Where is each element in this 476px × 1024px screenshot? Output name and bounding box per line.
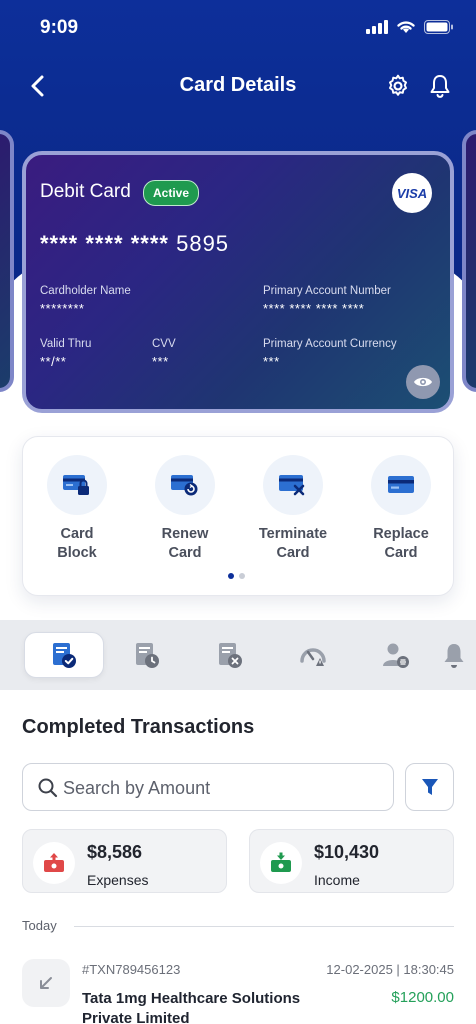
top-nav: Card Details: [0, 64, 476, 108]
section-title: Completed Transactions: [22, 716, 255, 738]
tab-failed[interactable]: [190, 632, 270, 678]
filter-button[interactable]: [405, 763, 454, 811]
cardholder-value: ********: [40, 301, 85, 316]
card-number-last4: 5895: [176, 231, 230, 256]
page-dot[interactable]: [239, 573, 245, 579]
income-card[interactable]: $10,430 Income: [249, 829, 454, 893]
cvv-label: CVV: [152, 338, 176, 350]
reveal-details-button[interactable]: [406, 365, 440, 399]
terminate-card-action[interactable]: Terminate Card: [239, 455, 347, 563]
search-icon: [38, 778, 58, 798]
alerts-bell-icon: [444, 644, 464, 668]
limits-gauge-icon: [300, 648, 326, 666]
filter-icon: [421, 779, 438, 795]
card-number-masked: **** **** ****: [40, 231, 169, 256]
status-icons: [366, 19, 454, 34]
income-amount: $10,430: [314, 842, 380, 862]
replace-card-action[interactable]: Replace Card: [347, 455, 455, 563]
status-time: 9:09: [40, 17, 79, 38]
search-input[interactable]: [63, 774, 383, 802]
debit-card[interactable]: Debit Card Active VISA **** **** **** 58…: [22, 151, 454, 413]
wifi-icon: [397, 21, 415, 33]
card-number: **** **** **** 5895: [40, 231, 229, 257]
expense-icon: [33, 842, 75, 884]
transaction-amount: $1200.00: [391, 989, 454, 1006]
transaction-icon: [22, 959, 70, 1007]
next-card-peek[interactable]: [462, 130, 476, 392]
card-lock-icon: [47, 455, 107, 515]
tab-alerts[interactable]: [440, 632, 476, 678]
transaction-tabs: [0, 620, 476, 690]
action-label: Terminate Card: [258, 526, 328, 561]
signal-icon: [366, 19, 388, 34]
failed-transactions-icon: [219, 643, 242, 668]
tab-completed[interactable]: [24, 632, 104, 678]
card-type: Debit Card: [40, 181, 131, 202]
renew-card-action[interactable]: Renew Card: [131, 455, 239, 563]
status-bar: 9:09: [0, 0, 476, 56]
date-group-label: Today: [22, 918, 57, 933]
cardholder-label: Cardholder Name: [40, 285, 131, 297]
transaction-merchant[interactable]: Tata 1mg Healthcare Solutions Private Li…: [82, 989, 322, 1024]
valid-thru-value: **/**: [40, 354, 67, 369]
currency-value: ***: [263, 354, 280, 369]
pan-label: Primary Account Number: [263, 285, 391, 297]
divider: [74, 926, 454, 927]
tab-limits[interactable]: [273, 632, 353, 678]
settings-button[interactable]: [382, 70, 414, 102]
linked-user-icon: [383, 643, 409, 668]
card-replace-icon: [371, 455, 431, 515]
cvv-value: ***: [152, 354, 169, 369]
pending-transactions-icon: [136, 643, 159, 668]
pagination-dots: [228, 573, 245, 579]
page-dot-active[interactable]: [228, 573, 234, 579]
transaction-date: 12-02-2025 | 18:30:45: [326, 962, 454, 977]
card-renew-icon: [155, 455, 215, 515]
income-label: Income: [314, 872, 360, 888]
tab-linked-users[interactable]: [356, 632, 436, 678]
card-block-action[interactable]: Card Block: [23, 455, 131, 563]
previous-card-peek[interactable]: [0, 130, 14, 392]
card-actions-panel: Card Block Renew Card Terminate Card Rep…: [22, 436, 454, 596]
pan-value: **** **** **** ****: [263, 301, 365, 316]
arrow-down-left-icon: [40, 977, 52, 989]
expenses-amount: $8,586: [87, 842, 143, 862]
bell-icon: [430, 75, 450, 98]
gear-icon: [389, 74, 407, 96]
battery-icon: [424, 19, 453, 34]
action-label: Card Block: [57, 526, 97, 561]
card-terminate-icon: [263, 455, 323, 515]
action-label: Replace Card: [373, 526, 429, 561]
action-label: Renew Card: [161, 526, 209, 561]
tab-pending[interactable]: [107, 632, 187, 678]
expenses-label: Expenses: [87, 872, 149, 888]
currency-label: Primary Account Currency: [263, 338, 397, 350]
notifications-button[interactable]: [424, 70, 456, 102]
status-badge: Active: [143, 180, 200, 206]
visa-logo: VISA: [392, 173, 432, 213]
completed-transactions-icon: [53, 643, 76, 668]
valid-thru-label: Valid Thru: [40, 338, 92, 350]
eye-icon: [414, 377, 432, 387]
expenses-card[interactable]: $8,586 Expenses: [22, 829, 227, 893]
income-icon: [260, 842, 302, 884]
search-box: [22, 763, 394, 811]
transaction-id: #TXN789456123: [82, 962, 181, 977]
